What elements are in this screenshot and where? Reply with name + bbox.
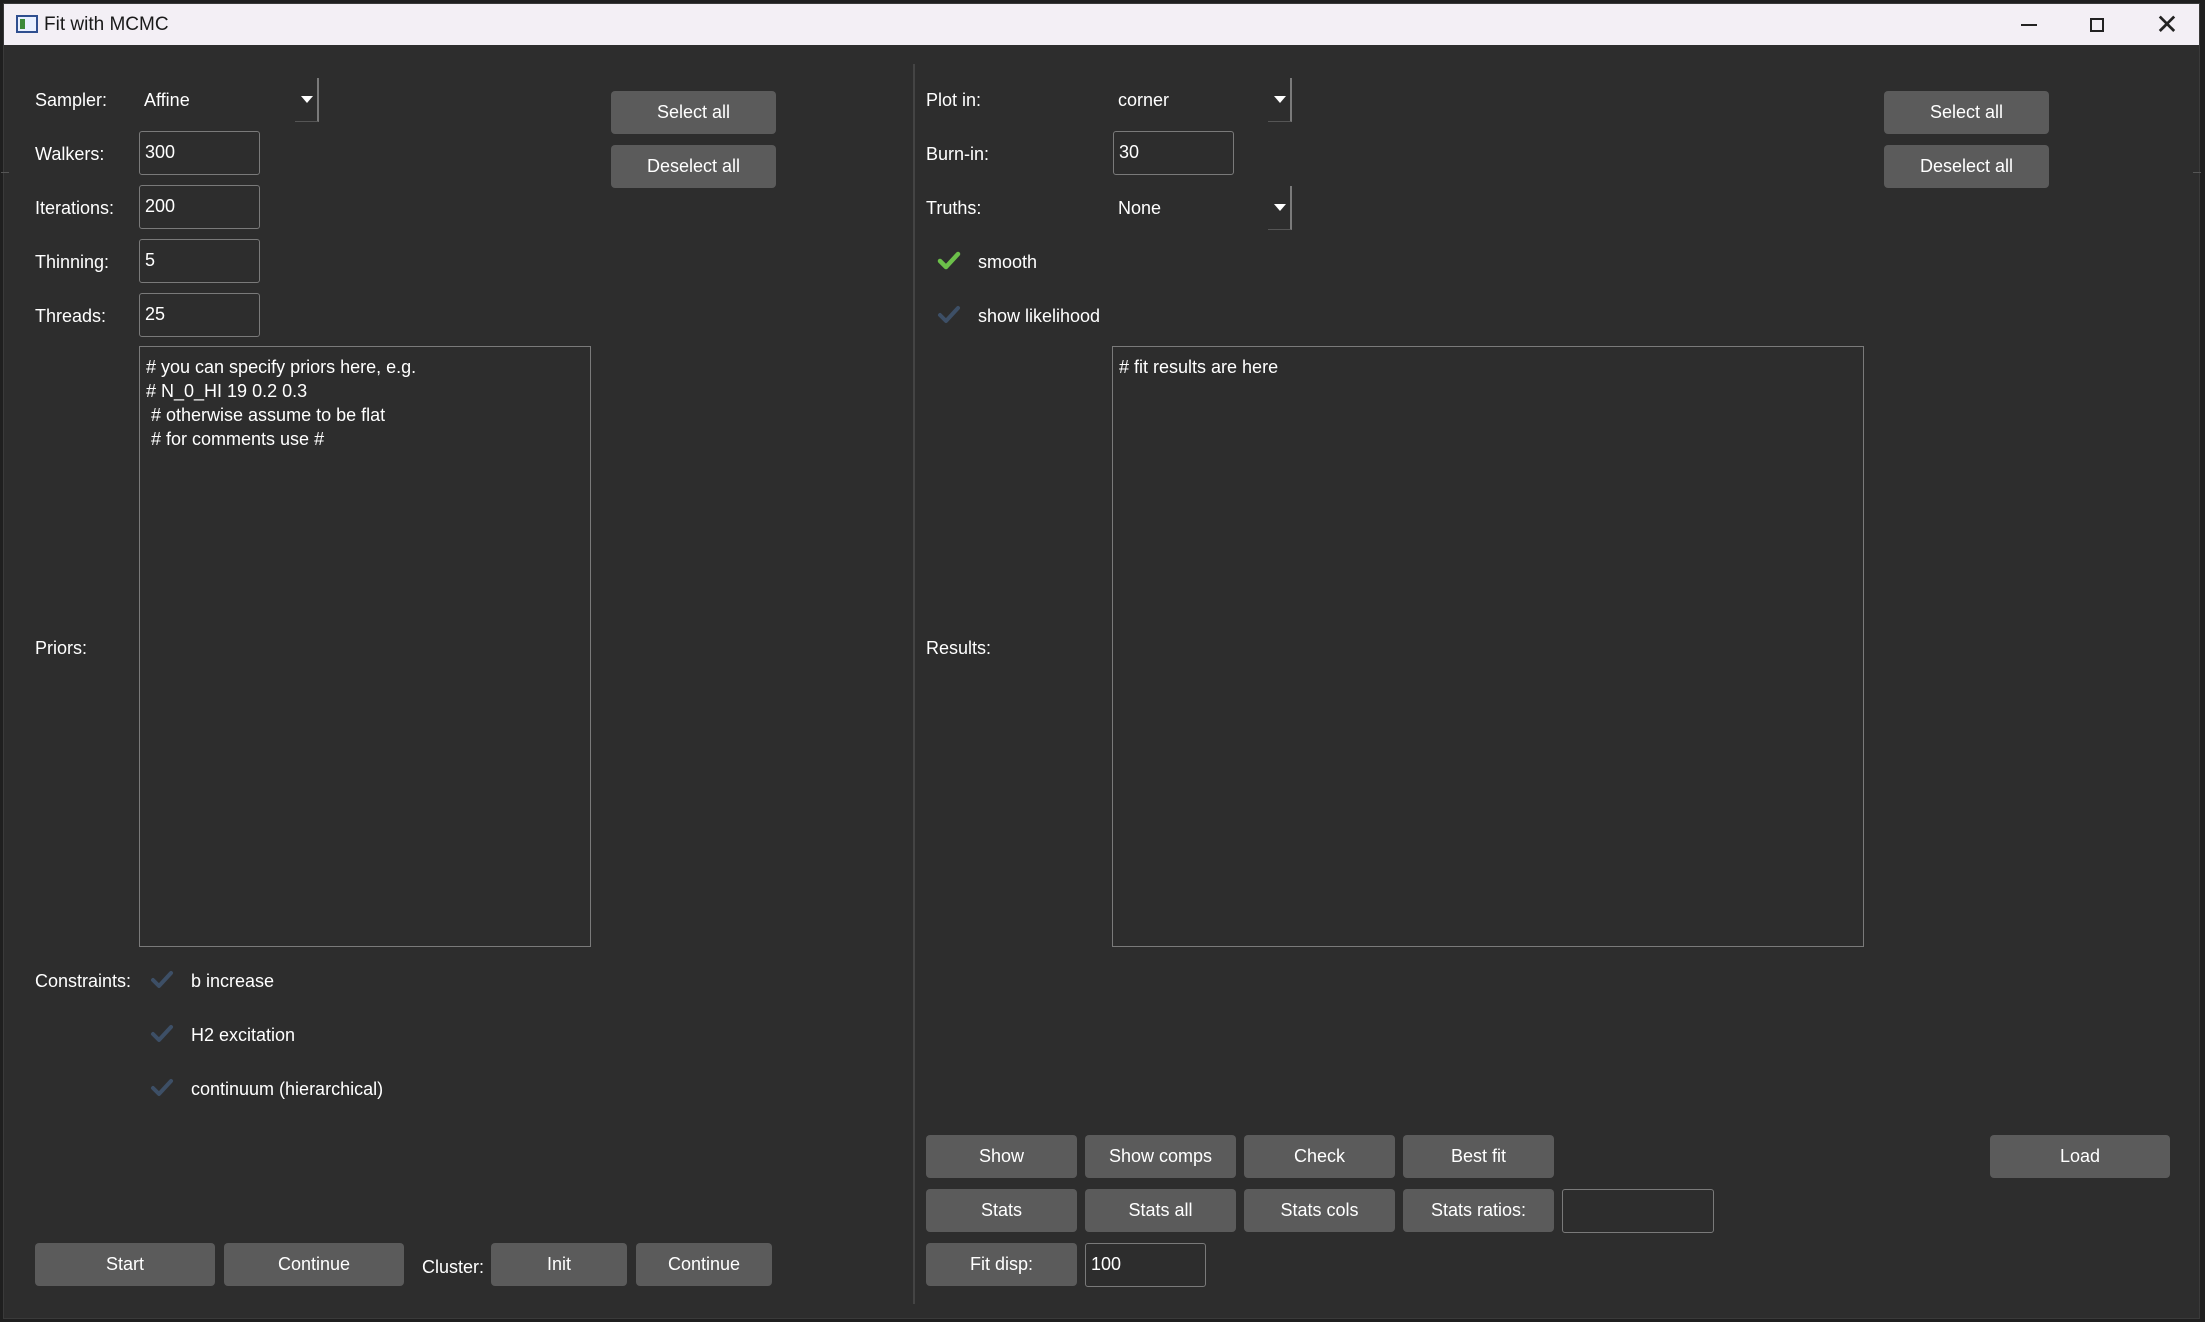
mcmc-window: Fit with MCMC ✕ Sampler: Affine Walkers:… bbox=[1, 3, 2201, 1319]
thinning-label: Thinning: bbox=[35, 252, 110, 272]
stats-all-button[interactable]: Stats all bbox=[1085, 1189, 1236, 1232]
h2-excitation-checkbox[interactable] bbox=[149, 1021, 175, 1047]
burn-in-label: Burn-in: bbox=[926, 144, 990, 164]
truths-combo[interactable]: None bbox=[1118, 198, 1161, 219]
burn-in-input[interactable]: 30 bbox=[1113, 131, 1234, 175]
checkmark-icon bbox=[937, 251, 961, 270]
plot-in-label: Plot in: bbox=[926, 90, 982, 110]
results-textarea[interactable]: # fit results are here bbox=[1112, 346, 1864, 947]
smooth-label: smooth bbox=[978, 252, 1038, 272]
checkmark-icon bbox=[938, 306, 960, 323]
minimize-icon bbox=[2021, 23, 2037, 26]
priors-textarea[interactable]: # you can specify priors here, e.g. # N_… bbox=[139, 346, 591, 947]
constraints-label: Constraints: bbox=[35, 971, 132, 991]
smooth-checkbox[interactable] bbox=[936, 248, 962, 274]
continue-button[interactable]: Continue bbox=[224, 1243, 404, 1286]
minimize-button[interactable] bbox=[1994, 4, 2064, 45]
close-icon: ✕ bbox=[2155, 9, 2179, 40]
show-likelihood-label: show likelihood bbox=[978, 306, 1101, 326]
cluster-continue-button[interactable]: Continue bbox=[636, 1243, 772, 1286]
iterations-label: Iterations: bbox=[35, 198, 115, 218]
truths-label: Truths: bbox=[926, 198, 982, 218]
h2-excitation-label: H2 excitation bbox=[191, 1025, 296, 1045]
sampler-label: Sampler: bbox=[35, 90, 108, 110]
stats-cols-button[interactable]: Stats cols bbox=[1244, 1189, 1395, 1232]
select-all-button[interactable]: Select all bbox=[611, 91, 776, 134]
b-increase-label: b increase bbox=[191, 971, 275, 991]
stats-ratios-button[interactable]: Stats ratios: bbox=[1403, 1189, 1554, 1232]
iterations-input[interactable]: 200 bbox=[139, 185, 260, 229]
panel-divider bbox=[913, 64, 915, 1304]
threads-label: Threads: bbox=[35, 306, 107, 326]
plot-in-combo[interactable]: corner bbox=[1118, 90, 1169, 111]
fit-disp-button[interactable]: Fit disp: bbox=[926, 1243, 1077, 1286]
results-label: Results: bbox=[926, 638, 992, 658]
sampler-dropdown-arrow-icon[interactable] bbox=[295, 78, 319, 122]
check-button[interactable]: Check bbox=[1244, 1135, 1395, 1178]
checkmark-icon bbox=[151, 971, 173, 988]
edge-tick bbox=[1, 172, 9, 173]
deselect-all-button[interactable]: Deselect all bbox=[611, 145, 776, 188]
sampler-combo[interactable]: Affine bbox=[144, 90, 190, 111]
b-increase-checkbox[interactable] bbox=[149, 967, 175, 993]
priors-label: Priors: bbox=[35, 638, 88, 658]
cluster-label: Cluster: bbox=[422, 1257, 485, 1277]
maximize-icon bbox=[2090, 17, 2104, 32]
checkmark-icon bbox=[151, 1079, 173, 1096]
continuum-label: continuum (hierarchical) bbox=[191, 1079, 384, 1099]
show-comps-button[interactable]: Show comps bbox=[1085, 1135, 1236, 1178]
walkers-input[interactable]: 300 bbox=[139, 131, 260, 175]
edge-tick bbox=[2193, 172, 2201, 173]
checkmark-icon bbox=[151, 1025, 173, 1042]
walkers-label: Walkers: bbox=[35, 144, 105, 164]
cluster-init-button[interactable]: Init bbox=[491, 1243, 627, 1286]
plot-in-dropdown-arrow-icon[interactable] bbox=[1268, 78, 1292, 122]
show-button[interactable]: Show bbox=[926, 1135, 1077, 1178]
thinning-input[interactable]: 5 bbox=[139, 239, 260, 283]
stats-button[interactable]: Stats bbox=[926, 1189, 1077, 1232]
fit-disp-input[interactable]: 100 bbox=[1085, 1243, 1206, 1287]
best-fit-button[interactable]: Best fit bbox=[1403, 1135, 1554, 1178]
truths-dropdown-arrow-icon[interactable] bbox=[1268, 186, 1292, 230]
threads-input[interactable]: 25 bbox=[139, 293, 260, 337]
show-likelihood-checkbox[interactable] bbox=[936, 302, 962, 328]
title-bar: Fit with MCMC ✕ bbox=[4, 4, 2199, 45]
app-icon bbox=[16, 15, 38, 33]
right-deselect-all-button[interactable]: Deselect all bbox=[1884, 145, 2049, 188]
load-button[interactable]: Load bbox=[1990, 1135, 2170, 1178]
continuum-checkbox[interactable] bbox=[149, 1075, 175, 1101]
right-select-all-button[interactable]: Select all bbox=[1884, 91, 2049, 134]
window-title: Fit with MCMC bbox=[44, 14, 169, 35]
close-button[interactable]: ✕ bbox=[2132, 4, 2202, 45]
maximize-button[interactable] bbox=[2062, 4, 2132, 45]
start-button[interactable]: Start bbox=[35, 1243, 215, 1286]
stats-ratios-input[interactable] bbox=[1562, 1189, 1714, 1233]
